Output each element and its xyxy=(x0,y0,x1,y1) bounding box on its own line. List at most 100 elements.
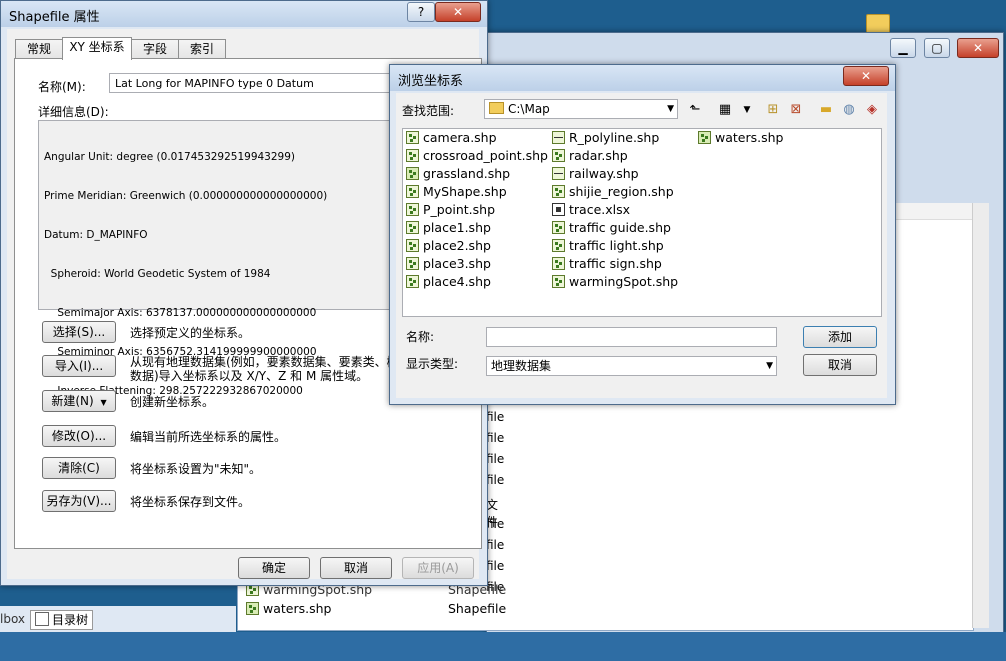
list-item: file xyxy=(486,452,505,466)
close-button[interactable]: ✕ xyxy=(957,38,999,58)
new-button-label: 新建(N) xyxy=(51,394,94,408)
dropdown-arrow-icon: ▼ xyxy=(100,398,107,407)
list-item[interactable]: R_polyline.shp xyxy=(552,129,659,147)
lookin-value: C:\Map xyxy=(508,102,550,116)
file-type: Shapefile xyxy=(448,601,507,616)
ok-button[interactable]: 确定 xyxy=(238,557,310,579)
polygon-shapefile-icon xyxy=(698,131,711,144)
table-icon xyxy=(552,203,565,216)
details-line: Datum: D_MAPINFO xyxy=(44,229,148,241)
modify-button[interactable]: 修改(O)... xyxy=(42,425,116,447)
name-field[interactable]: Lat Long for MAPINFO type 0 Datum xyxy=(109,73,409,93)
tab-xy-coordinate-system[interactable]: XY 坐标系 xyxy=(62,37,132,60)
scrollbar[interactable] xyxy=(972,203,989,628)
point-shapefile-icon xyxy=(406,239,419,252)
lookin-dropdown[interactable]: C:\Map ▼ xyxy=(484,99,678,119)
database-icon[interactable]: ◍ xyxy=(841,102,857,118)
point-shapefile-icon xyxy=(552,275,565,288)
catalog-tab[interactable]: 目录树 xyxy=(30,610,94,630)
list-item[interactable]: crossroad_point.shp xyxy=(406,147,548,165)
type-label: 显示类型: xyxy=(406,357,459,371)
details-line: Semimajor Axis: 6378137.0000000000000000… xyxy=(44,307,317,319)
list-item[interactable]: MyShape.shp xyxy=(406,183,507,201)
view-grid-icon[interactable]: ▦ xyxy=(717,102,733,118)
select-description: 选择预定义的坐标系。 xyxy=(130,326,251,340)
list-item[interactable]: camera.shp xyxy=(406,129,497,147)
shapefile-icon xyxy=(246,602,259,615)
list-item: file xyxy=(486,517,505,531)
save-as-description: 将坐标系保存到文件。 xyxy=(130,495,251,509)
list-item: file xyxy=(486,538,505,552)
type-value: 地理数据集 xyxy=(491,359,552,373)
list-item[interactable]: place3.shp xyxy=(406,255,491,273)
new-folder-icon[interactable]: ▬ xyxy=(818,102,834,118)
list-item[interactable]: traffic sign.shp xyxy=(552,255,662,273)
toolbox-tab[interactable]: lbox xyxy=(0,612,25,626)
line-shapefile-icon xyxy=(552,131,565,144)
import-button[interactable]: 导入(I)... xyxy=(42,355,116,377)
tab-general[interactable]: 常规 xyxy=(15,39,63,59)
chevron-down-icon: ▼ xyxy=(667,104,674,114)
help-button[interactable]: ? xyxy=(407,2,435,22)
close-button[interactable]: ✕ xyxy=(843,66,889,86)
clear-description: 将坐标系设置为"未知"。 xyxy=(130,462,262,476)
apply-button[interactable]: 应用(A) xyxy=(402,557,474,579)
toolbox-icon[interactable]: ◈ xyxy=(864,102,880,118)
folder-icon xyxy=(489,102,504,114)
list-item[interactable]: warmingSpot.shp xyxy=(552,273,678,291)
type-dropdown[interactable]: 地理数据集 ▼ xyxy=(486,356,777,376)
connect-folder-icon[interactable]: ⊞ xyxy=(765,102,781,118)
tab-indexes[interactable]: 索引 xyxy=(178,39,226,59)
list-item[interactable]: place1.shp xyxy=(406,219,491,237)
title-bar: 浏览坐标系 xyxy=(390,65,895,91)
point-shapefile-icon xyxy=(406,131,419,144)
details-line: Angular Unit: degree (0.0174532925199432… xyxy=(44,151,296,163)
disconnect-folder-icon[interactable]: ⊠ xyxy=(788,102,804,118)
maximize-button[interactable]: ▢ xyxy=(924,38,950,58)
list-item[interactable]: radar.shp xyxy=(552,147,628,165)
select-button[interactable]: 选择(S)... xyxy=(42,321,116,343)
save-as-button[interactable]: 另存为(V)... xyxy=(42,490,116,512)
list-item[interactable]: railway.shp xyxy=(552,165,639,183)
import-description-line2: 数据)导入坐标系以及 X/Y、Z 和 M 属性域。 xyxy=(130,369,369,383)
point-shapefile-icon xyxy=(406,257,419,270)
list-item[interactable]: waters.shp xyxy=(698,129,783,147)
name-label: 名称(M): xyxy=(38,80,86,94)
point-shapefile-icon xyxy=(406,221,419,234)
table-row[interactable]: waters.shp xyxy=(246,600,331,618)
point-shapefile-icon xyxy=(552,257,565,270)
new-button[interactable]: 新建(N) ▼ xyxy=(42,390,116,412)
point-shapefile-icon xyxy=(406,275,419,288)
modify-description: 编辑当前所选坐标系的属性。 xyxy=(130,430,287,444)
name-field[interactable] xyxy=(486,327,777,347)
chevron-down-icon[interactable]: ▼ xyxy=(739,102,755,118)
list-item: file xyxy=(486,410,505,424)
list-item: file xyxy=(486,473,505,487)
clear-button[interactable]: 清除(C) xyxy=(42,457,116,479)
details-line: Prime Meridian: Greenwich (0.00000000000… xyxy=(44,190,328,202)
up-one-level-icon[interactable]: ⬑ xyxy=(687,102,703,118)
tab-fields[interactable]: 字段 xyxy=(131,39,179,59)
list-item[interactable]: grassland.shp xyxy=(406,165,510,183)
list-item[interactable]: P_point.shp xyxy=(406,201,495,219)
list-item[interactable]: place4.shp xyxy=(406,273,491,291)
minimize-button[interactable]: ▁ xyxy=(890,38,916,58)
point-shapefile-icon xyxy=(406,149,419,162)
cancel-button[interactable]: 取消 xyxy=(803,354,877,376)
list-item[interactable]: shijie_region.shp xyxy=(552,183,674,201)
list-item[interactable]: traffic light.shp xyxy=(552,237,664,255)
catalog-icon xyxy=(35,612,49,626)
dialog-title: 浏览坐标系 xyxy=(398,74,464,89)
details-line: Spheroid: World Geodetic System of 1984 xyxy=(44,268,271,280)
dialog-title: Shapefile 属性 xyxy=(9,10,100,25)
taskbar xyxy=(0,632,1006,661)
close-button[interactable]: ✕ xyxy=(435,2,481,22)
cancel-button[interactable]: 取消 xyxy=(320,557,392,579)
point-shapefile-icon xyxy=(406,203,419,216)
name-label: 名称: xyxy=(406,330,435,344)
list-item[interactable]: traffic guide.shp xyxy=(552,219,671,237)
list-item[interactable]: trace.xlsx xyxy=(552,201,630,219)
browse-coordinate-system-dialog: 浏览坐标系 ✕ 查找范围: C:\Map ▼ ⬑ ▦ ▼ ⊞ ⊠ ▬ ◍ ◈ c… xyxy=(389,64,896,405)
list-item[interactable]: place2.shp xyxy=(406,237,491,255)
add-button[interactable]: 添加 xyxy=(803,326,877,348)
